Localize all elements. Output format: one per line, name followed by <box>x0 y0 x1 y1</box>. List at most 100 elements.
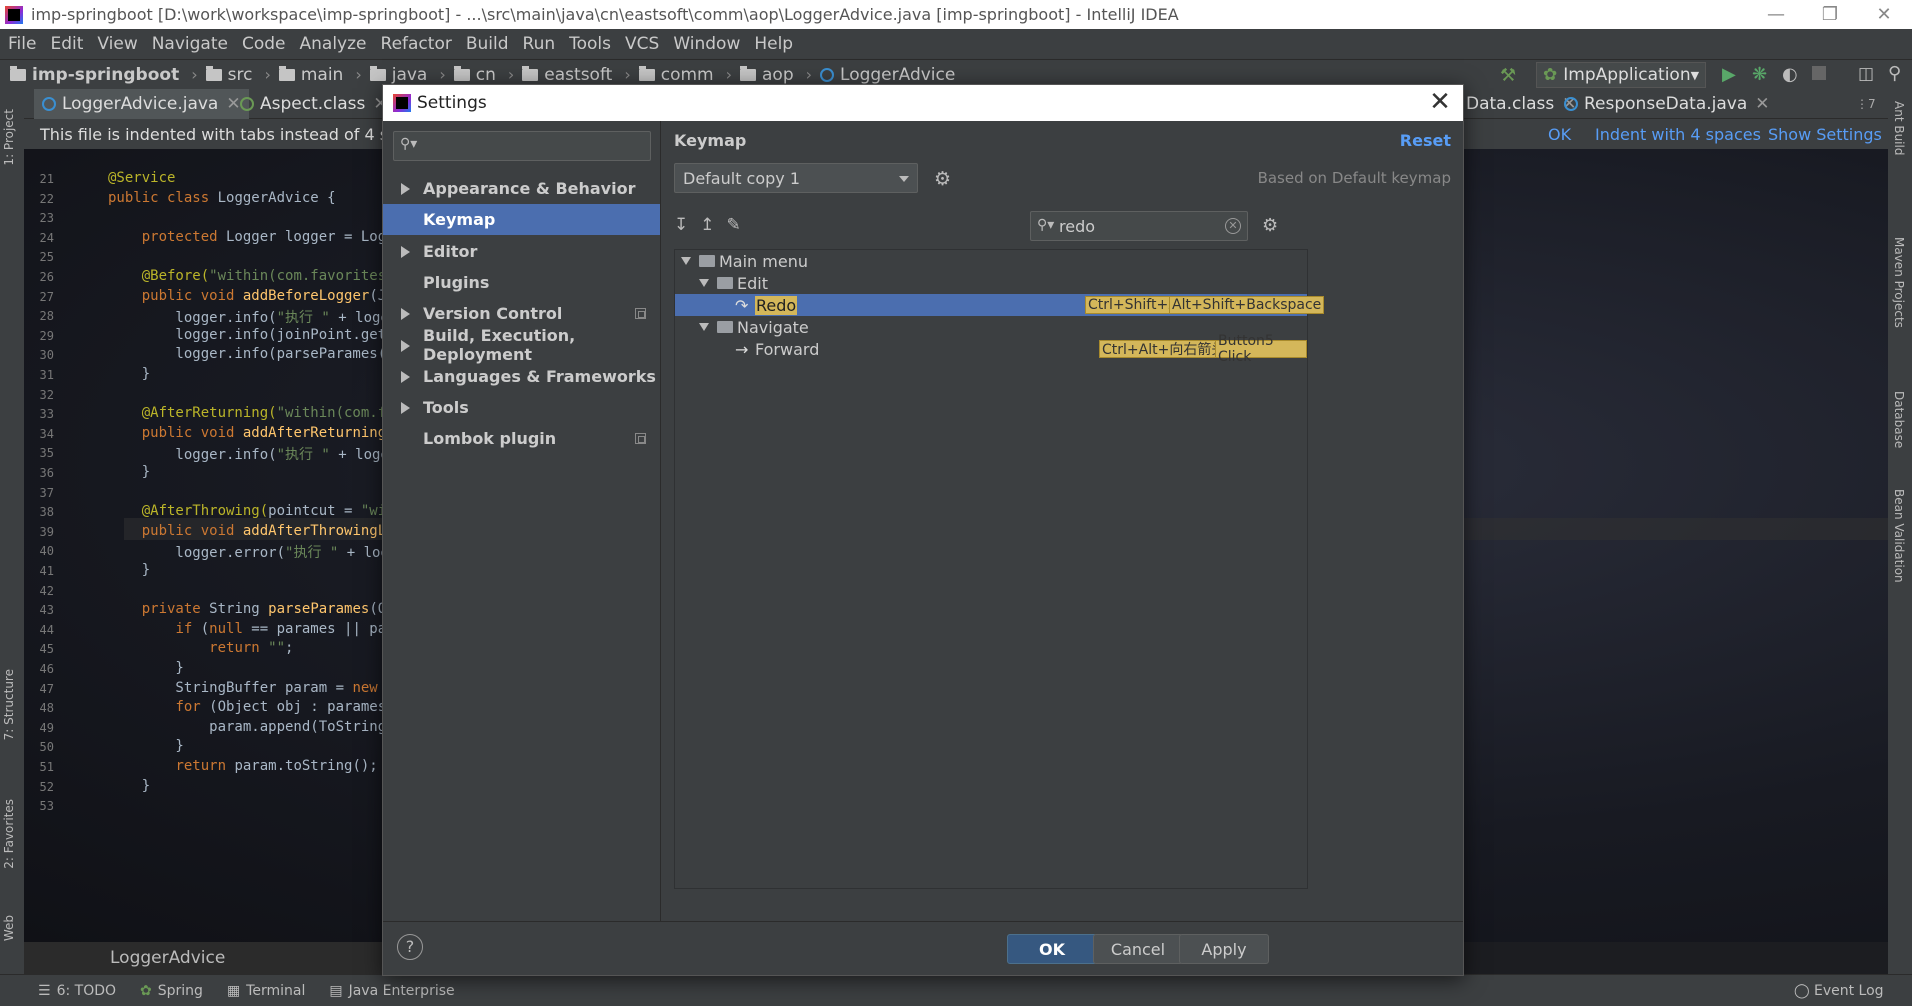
menu-build[interactable]: Build <box>466 34 509 54</box>
code-line: logger.info("执行 " + logge <box>108 310 382 327</box>
cancel-button[interactable]: Cancel <box>1093 934 1183 964</box>
settings-nav-item-appearance-behavior[interactable]: Appearance & Behavior <box>383 173 660 204</box>
help-button[interactable]: ? <box>397 934 423 960</box>
debug-icon[interactable]: ❋ <box>1752 64 1767 85</box>
code-editor[interactable]: 21 @Service 22 public class LoggerAdvice {2… <box>0 163 382 943</box>
settings-nav-item-keymap[interactable]: Keymap <box>383 204 660 236</box>
apply-button[interactable]: Apply <box>1179 934 1269 964</box>
code-line: @AfterReturning("within(com.fa <box>141 405 382 422</box>
tree-row-redo[interactable]: ↷ Redo Ctrl+Shift+Z Alt+Shift+Backspace <box>675 294 1325 316</box>
breadcrumb-loggeradvice[interactable]: LoggerAdvice <box>820 65 955 85</box>
tab-loggeradvice-java[interactable]: LoggerAdvice.java ✕ <box>34 89 249 119</box>
menu-vcs[interactable]: VCS <box>625 34 659 54</box>
tree-row-forward[interactable]: → Forward Ctrl+Alt+向右箭头 Button5 Click <box>675 333 1307 365</box>
project-structure-icon[interactable]: ◫ <box>1858 64 1874 84</box>
code-line: private String parseParames(Obj <box>141 601 382 618</box>
event-log-button[interactable]: Event Log <box>1814 983 1884 999</box>
close-icon[interactable]: ✕ <box>1858 0 1910 29</box>
gear-icon[interactable]: ⚙ <box>934 169 954 189</box>
breadcrumb-java[interactable]: java <box>369 65 427 85</box>
menu-tools[interactable]: Tools <box>569 34 611 54</box>
project-tool-button[interactable]: 1: Project <box>2 109 16 166</box>
menu-run[interactable]: Run <box>523 34 556 54</box>
bean-validation-tool-button[interactable]: Bean Validation <box>1892 489 1906 583</box>
todo-tool-button[interactable]: 6: TODO <box>57 983 116 999</box>
restore-icon[interactable]: ❐ <box>1804 0 1856 29</box>
breadcrumb-main[interactable]: main <box>278 65 343 85</box>
chevron-right-icon <box>401 339 410 352</box>
line-number: 26 <box>39 270 54 284</box>
menu-refactor[interactable]: Refactor <box>381 34 452 54</box>
maven-projects-tool-button[interactable]: Maven Projects <box>1892 237 1906 328</box>
stop-icon[interactable] <box>1812 66 1826 80</box>
menu-file[interactable]: File <box>8 34 36 54</box>
java-enterprise-tool-button[interactable]: Java Enterprise <box>349 983 455 999</box>
keymap-select[interactable]: Default copy 1 <box>674 163 918 193</box>
spring-tool-button[interactable]: Spring <box>158 983 203 999</box>
minimize-icon[interactable]: — <box>1750 0 1802 29</box>
close-icon[interactable]: ✕ <box>1425 87 1455 117</box>
breadcrumb-comm[interactable]: comm <box>638 65 714 85</box>
settings-nav-item-version-control[interactable]: Version Control <box>383 298 660 329</box>
menu-view[interactable]: View <box>97 34 137 54</box>
menu-code[interactable]: Code <box>242 34 286 54</box>
code-line: return param.toString(); <box>175 758 378 774</box>
line-number: 45 <box>39 642 54 657</box>
tree-row-main-menu[interactable]: Main menu <box>675 250 1307 272</box>
edit-shortcut-icon[interactable]: ✎ <box>727 215 741 235</box>
tab-aspect-class[interactable]: Aspect.class ✕ <box>232 89 396 119</box>
settings-nav-item-plugins[interactable]: Plugins <box>383 267 660 298</box>
coverage-icon[interactable]: ◐ <box>1782 64 1798 85</box>
run-icon[interactable]: ▶ <box>1722 64 1736 85</box>
expand-all-icon[interactable]: ↧ <box>674 215 688 235</box>
show-settings-link[interactable]: Show Settings <box>1768 125 1882 144</box>
breadcrumb-separator: › <box>805 65 813 84</box>
settings-nav-item-lombok-plugin[interactable]: Lombok plugin <box>383 423 660 454</box>
settings-nav-item-tools[interactable]: Tools <box>383 392 660 423</box>
find-by-shortcut-icon[interactable]: ⚙︎ <box>1262 215 1278 236</box>
breadcrumb-separator: › <box>439 65 446 84</box>
code-line: return ""; <box>209 640 294 657</box>
tabs-overflow-button[interactable]: ⋮7 <box>1848 89 1884 119</box>
settings-nav-item-build-execution-deployment[interactable]: Build, Execution, Deployment <box>383 326 660 364</box>
code-line: } <box>108 738 184 755</box>
run-configuration-select[interactable]: ✿ ImpApplication ▼ <box>1536 62 1706 88</box>
keymap-search-input[interactable]: ⚲▾ redo ✕ <box>1030 211 1248 241</box>
folder-icon <box>453 65 470 81</box>
breadcrumb-separator: › <box>725 65 732 84</box>
ant-build-tool-button[interactable]: Ant Build <box>1892 101 1906 155</box>
breadcrumb-project[interactable]: imp-springboot <box>10 65 179 85</box>
settings-nav-item-languages-frameworks[interactable]: Languages & Frameworks <box>383 361 660 392</box>
line-number: 22 <box>39 191 54 206</box>
breadcrumb-aop[interactable]: aop <box>740 65 794 85</box>
breadcrumb-src[interactable]: src <box>205 65 252 85</box>
clear-search-icon[interactable]: ✕ <box>1225 218 1241 234</box>
settings-search-input[interactable]: ⚲▾ <box>393 131 651 161</box>
menu-analyze[interactable]: Analyze <box>300 34 367 54</box>
breadcrumb-cn[interactable]: cn <box>453 65 496 85</box>
code-line: StringBuffer param = new S <box>108 679 378 696</box>
build-hammer-icon[interactable]: ⚒ <box>1500 65 1516 86</box>
tree-row-navigate[interactable]: Navigate <box>675 316 1307 338</box>
folder-icon <box>717 277 733 289</box>
reset-link[interactable]: Reset <box>1400 131 1451 150</box>
settings-nav-item-editor[interactable]: Editor <box>383 236 660 267</box>
close-tab-icon[interactable]: ✕ <box>1755 94 1769 114</box>
window-titlebar: imp-springboot [D:\work\workspace\imp-sp… <box>0 0 1912 29</box>
menu-navigate[interactable]: Navigate <box>152 34 228 54</box>
menu-edit[interactable]: Edit <box>50 34 83 54</box>
search-everywhere-icon[interactable]: ⚲ <box>1888 63 1901 84</box>
tree-row-edit[interactable]: Edit <box>675 272 1307 294</box>
collapse-all-icon[interactable]: ↥ <box>700 215 714 235</box>
menu-help[interactable]: Help <box>754 34 793 54</box>
terminal-tool-button[interactable]: Terminal <box>246 983 305 999</box>
ok-button[interactable]: OK <box>1007 934 1097 964</box>
tab-responsedata-java[interactable]: ResponseData.java ✕ <box>1556 89 1778 119</box>
notification-ok-link[interactable]: OK <box>1548 125 1571 144</box>
menu-window[interactable]: Window <box>673 34 740 54</box>
based-on-label: Based on Default keymap <box>1257 169 1451 187</box>
database-tool-button[interactable]: Database <box>1892 391 1906 448</box>
breadcrumb-eastsoft[interactable]: eastsoft <box>522 65 612 85</box>
line-number: 52 <box>39 779 54 794</box>
indent-with-spaces-link[interactable]: Indent with 4 spaces <box>1595 125 1761 144</box>
